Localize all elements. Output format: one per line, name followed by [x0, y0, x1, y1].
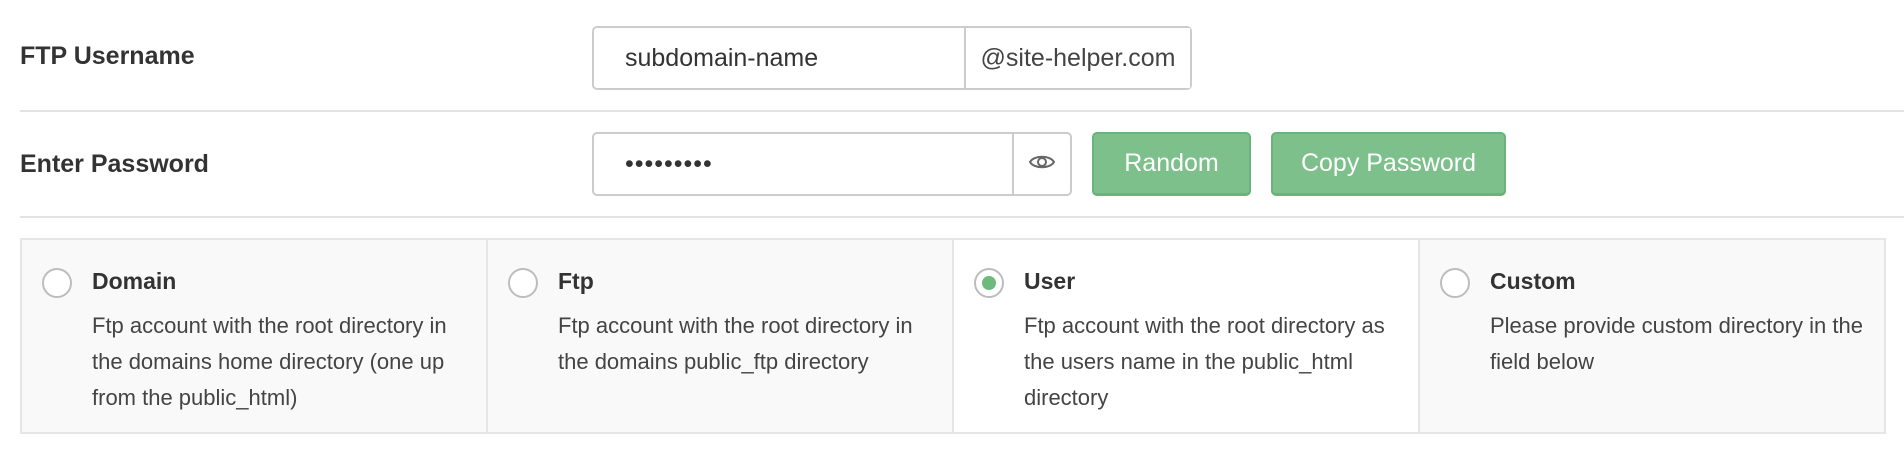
show-password-button[interactable] — [1012, 134, 1070, 194]
ftp-username-label: FTP Username — [20, 42, 195, 70]
option-ftp[interactable]: Ftp Ftp account with the root directory … — [488, 240, 954, 432]
random-password-button[interactable]: Random — [1092, 132, 1251, 196]
option-description: Ftp account with the root directory as t… — [1024, 313, 1385, 410]
radio-selected-dot — [982, 276, 996, 290]
password-label: Enter Password — [20, 150, 209, 178]
option-custom[interactable]: Custom Please provide custom directory i… — [1420, 240, 1884, 432]
password-group — [592, 132, 1072, 196]
ftp-username-input[interactable] — [594, 28, 964, 88]
radio-user[interactable] — [974, 268, 1004, 298]
radio-custom[interactable] — [1440, 268, 1470, 298]
option-title: Custom — [1490, 268, 1576, 294]
radio-ftp[interactable] — [508, 268, 538, 298]
option-title: User — [1024, 268, 1076, 294]
domain-suffix: @site-helper.com — [964, 28, 1190, 88]
password-input[interactable] — [594, 134, 1012, 194]
directory-options: Domain Ftp account with the root directo… — [20, 238, 1886, 434]
option-description: Please provide custom directory in the f… — [1490, 313, 1863, 374]
option-description: Ftp account with the root directory in t… — [558, 313, 913, 374]
copy-password-button[interactable]: Copy Password — [1271, 132, 1506, 196]
eye-icon — [1028, 152, 1056, 177]
option-description: Ftp account with the root directory in t… — [92, 313, 447, 410]
option-user[interactable]: User Ftp account with the root directory… — [954, 240, 1420, 432]
option-title: Ftp — [558, 268, 594, 294]
radio-domain[interactable] — [42, 268, 72, 298]
option-domain[interactable]: Domain Ftp account with the root directo… — [22, 240, 488, 432]
option-title: Domain — [92, 268, 177, 294]
ftp-username-group: @site-helper.com — [592, 26, 1192, 90]
